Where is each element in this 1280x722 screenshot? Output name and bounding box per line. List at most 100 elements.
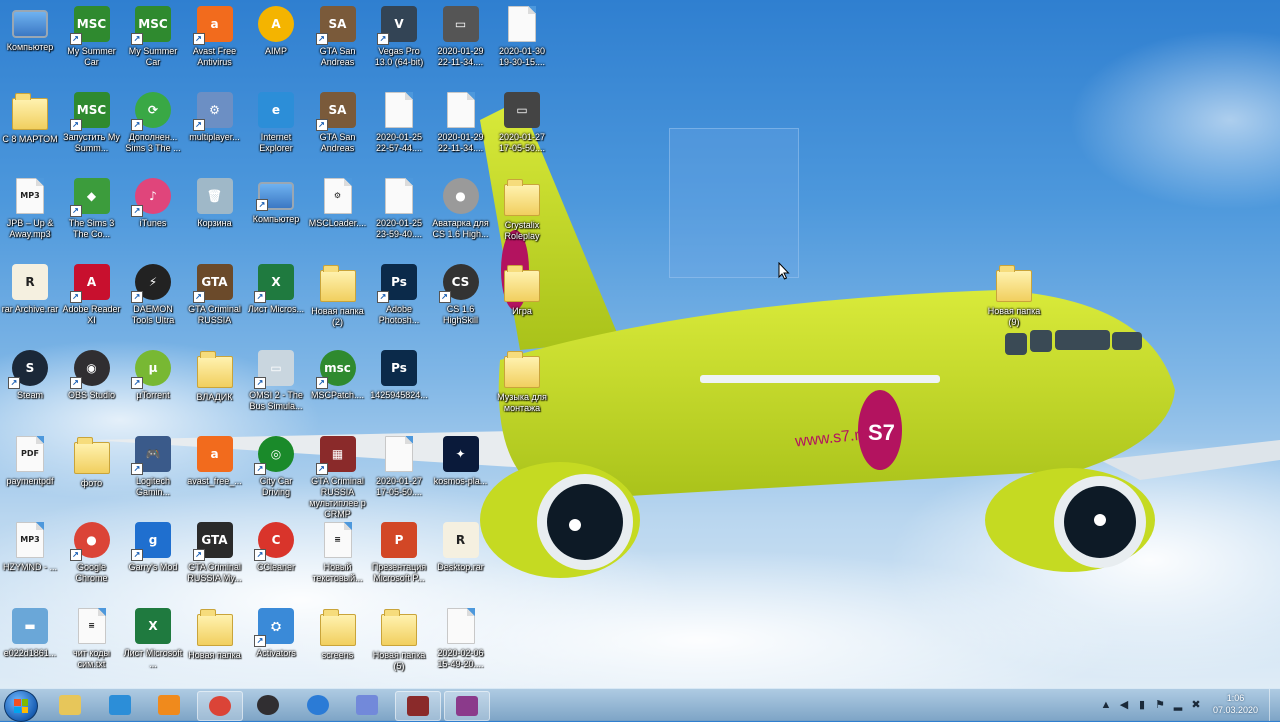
desktop-icon[interactable]: Ps ↗ Adobe Photosh...: [369, 264, 429, 326]
show-desktop-button[interactable]: [1269, 689, 1280, 721]
desktop-icon[interactable]: ≡ чит коды сим.txt: [62, 608, 122, 670]
desktop-icon[interactable]: ▦ ↗ GTA Criminal RUSSIA мультиплее р CRMP: [308, 436, 368, 520]
icon-glyph: R: [25, 275, 35, 289]
desktop-icon[interactable]: A AIMP: [246, 6, 306, 57]
desktop-icon-label: С 8 МАРТОМ: [2, 134, 58, 144]
taskbar-button-gta-crmp[interactable]: [394, 691, 441, 721]
desktop-icon[interactable]: ВЛАДИК: [185, 350, 245, 403]
app-icon: ▭: [442, 6, 479, 42]
taskbar-button-chrome[interactable]: [196, 691, 243, 721]
desktop-icon-label: Игра: [512, 306, 532, 316]
desktop-icon[interactable]: ♪ ↗ iTunes: [123, 178, 183, 229]
desktop-icon[interactable]: X ↗ Лист Micros...: [246, 264, 306, 315]
desktop-icon[interactable]: ◉ ↗ OBS Studio: [62, 350, 122, 401]
desktop-icon[interactable]: 2020-02-06 15-49-20....: [431, 608, 491, 670]
desktop-icon[interactable]: SA ↗ GTA San Andreas: [308, 92, 368, 154]
desktop-icon[interactable]: ⚡ ↗ DAEMON Tools Ultra: [123, 264, 183, 326]
desktop-icon[interactable]: ⟳ ↗ Дополнен... Sims 3 The ...: [123, 92, 183, 154]
desktop-icon[interactable]: 2020-01-30 19-30-15....: [492, 6, 552, 68]
desktop-icon[interactable]: MSC ↗ My Summer Car: [123, 6, 183, 68]
app-icon: R: [442, 522, 479, 558]
desktop-icon[interactable]: ⚙ ↗ multiplayer...: [185, 92, 245, 143]
taskbar-button-media-player[interactable]: [147, 691, 191, 719]
desktop-icon[interactable]: µ ↗ µTorrent: [123, 350, 183, 401]
desktop-icon[interactable]: S ↗ Steam: [0, 350, 60, 401]
desktop-icon[interactable]: X Лист Microsoft ...: [123, 608, 183, 670]
desktop-icon[interactable]: Новая папка (9): [984, 264, 1044, 328]
desktop-icon[interactable]: 2020-01-27 17-05-50....: [369, 436, 429, 498]
desktop-icon[interactable]: g ↗ Garry's Mod: [123, 522, 183, 573]
expand-tray-icon[interactable]: ▲: [1100, 699, 1112, 711]
desktop-icon[interactable]: ◆ ↗ The Sims 3 The Co...: [62, 178, 122, 240]
desktop-icon[interactable]: GTA ↗ GTA Criminal RUSSIA: [185, 264, 245, 326]
desktop-icon[interactable]: 2020-01-25 23-59-40....: [369, 178, 429, 240]
desktop-icon[interactable]: Новая папка (2): [308, 264, 368, 328]
network-icon[interactable]: ▮: [1136, 699, 1148, 711]
desktop-icon[interactable]: фото: [62, 436, 122, 489]
desktop-icon[interactable]: Rrar Archive.rar: [0, 264, 60, 315]
desktop-icon[interactable]: PDF paymentpdf: [0, 436, 60, 487]
desktop-icon[interactable]: Crystalix Roleplay: [492, 178, 552, 242]
desktop-icon[interactable]: 2020-01-29 22-11-34....: [431, 92, 491, 154]
icon-glyph: MSC: [76, 103, 107, 117]
desktop-icon[interactable]: Ps 1425945824...: [369, 350, 429, 401]
start-button[interactable]: [4, 690, 38, 722]
shortcut-arrow-icon: ↗: [315, 33, 328, 45]
desktop-icon[interactable]: a ↗ Avast Free Antivirus: [185, 6, 245, 68]
desktop-icon[interactable]: С 8 МАРТОМ: [0, 92, 60, 145]
desktop-icon[interactable]: SA ↗ GTA San Andreas: [308, 6, 368, 68]
desktop-icon[interactable]: P Презентация Microsoft P...: [369, 522, 429, 584]
desktop-icon-label: Лист Microsoft ...: [123, 648, 183, 669]
desktop-icon[interactable]: GTA ↗ GTA Criminal RUSSIA My...: [185, 522, 245, 584]
desktop-icon[interactable]: V ↗ Vegas Pro 13.0 (64-bit): [369, 6, 429, 68]
taskbar-button-internet-explorer[interactable]: [98, 691, 142, 719]
desktop-icon[interactable]: ◎ ↗ City Car Driving: [246, 436, 306, 498]
desktop-icon[interactable]: Новая папка: [185, 608, 245, 661]
desktop-icon[interactable]: msc ↗ MSCPatch....: [308, 350, 368, 401]
desktop-icon[interactable]: screens: [308, 608, 368, 661]
clock[interactable]: 1:06 07.03.2020: [1213, 692, 1258, 716]
desktop-icon[interactable]: CS ↗ CS 1.6 HighSkill: [431, 264, 491, 326]
desktop-icon[interactable]: a avast_free_...: [185, 436, 245, 487]
desktop-icon[interactable]: MP3 HZYMND - ...: [0, 522, 60, 573]
desktop-icon[interactable]: ⛭ ↗ Activators: [246, 608, 306, 659]
desktop-icon[interactable]: 2020-01-25 22-57-44....: [369, 92, 429, 154]
desktop-icon[interactable]: R Desktop.rar: [431, 522, 491, 573]
desktop-icon[interactable]: ↗ Компьютер: [246, 178, 306, 225]
desktop-icon[interactable]: MSC ↗ Запустить My Summ...: [62, 92, 122, 154]
desktop-icon[interactable]: C ↗ CCleaner: [246, 522, 306, 573]
desktop-icon[interactable]: Музыка для монтажа: [492, 350, 552, 414]
signal-icon[interactable]: ▂: [1172, 699, 1184, 711]
icon-glyph: ≡: [334, 535, 341, 544]
desktop-icon-label: My Summer Car: [128, 46, 178, 67]
taskbar-button-discord[interactable]: [345, 691, 389, 719]
desktop-icon[interactable]: ≡ Новый текстовый...: [308, 522, 368, 584]
desktop-icon[interactable]: ● ↗ Google Chrome: [62, 522, 122, 584]
desktop-icon[interactable]: Компьютер: [0, 6, 60, 53]
folder-icon: [996, 265, 1032, 302]
desktop-icon[interactable]: Игра: [492, 264, 552, 317]
security-icon[interactable]: ✖: [1190, 699, 1202, 711]
flag-icon[interactable]: ⚑: [1154, 699, 1166, 711]
desktop-icon[interactable]: ▭ 2020-01-29 22-11-34....: [431, 6, 491, 68]
desktop-icon[interactable]: ✦ kosmos-pla...: [431, 436, 491, 487]
taskbar-button-app-blue[interactable]: [296, 691, 340, 719]
taskbar-button-explorer[interactable]: [48, 691, 92, 719]
desktop-icon-label: ВЛАДИК: [196, 392, 233, 402]
taskbar-button-winrar[interactable]: [444, 691, 490, 721]
desktop-icon[interactable]: ▬ e022d1861...: [0, 608, 60, 659]
desktop-icon[interactable]: e Internet Explorer: [246, 92, 306, 154]
icon-glyph: ●: [455, 189, 466, 203]
desktop-icon[interactable]: MSC ↗ My Summer Car: [62, 6, 122, 68]
taskbar-button-obs[interactable]: [246, 691, 290, 719]
desktop-icon[interactable]: ● Аватарка для CS 1.6 High...: [431, 178, 491, 240]
desktop-icon[interactable]: MP3 JPB – Up & Away.mp3: [0, 178, 60, 240]
desktop-icon[interactable]: ▭ ↗ OMSI 2 - The Bus Simula...: [246, 350, 306, 412]
desktop-icon[interactable]: ⚙ MSCLoader....: [308, 178, 368, 229]
volume-icon[interactable]: ◀: [1118, 699, 1130, 711]
desktop-icon[interactable]: ▭ 2020-01-27 17-05-50....: [492, 92, 552, 154]
desktop-icon[interactable]: A ↗ Adobe Reader XI: [62, 264, 122, 326]
desktop-icon[interactable]: 🎮 ↗ Logitech Gamin...: [123, 436, 183, 498]
desktop-icon[interactable]: Новая папка (5): [369, 608, 429, 672]
desktop-icon[interactable]: 🗑 Корзина: [185, 178, 245, 229]
